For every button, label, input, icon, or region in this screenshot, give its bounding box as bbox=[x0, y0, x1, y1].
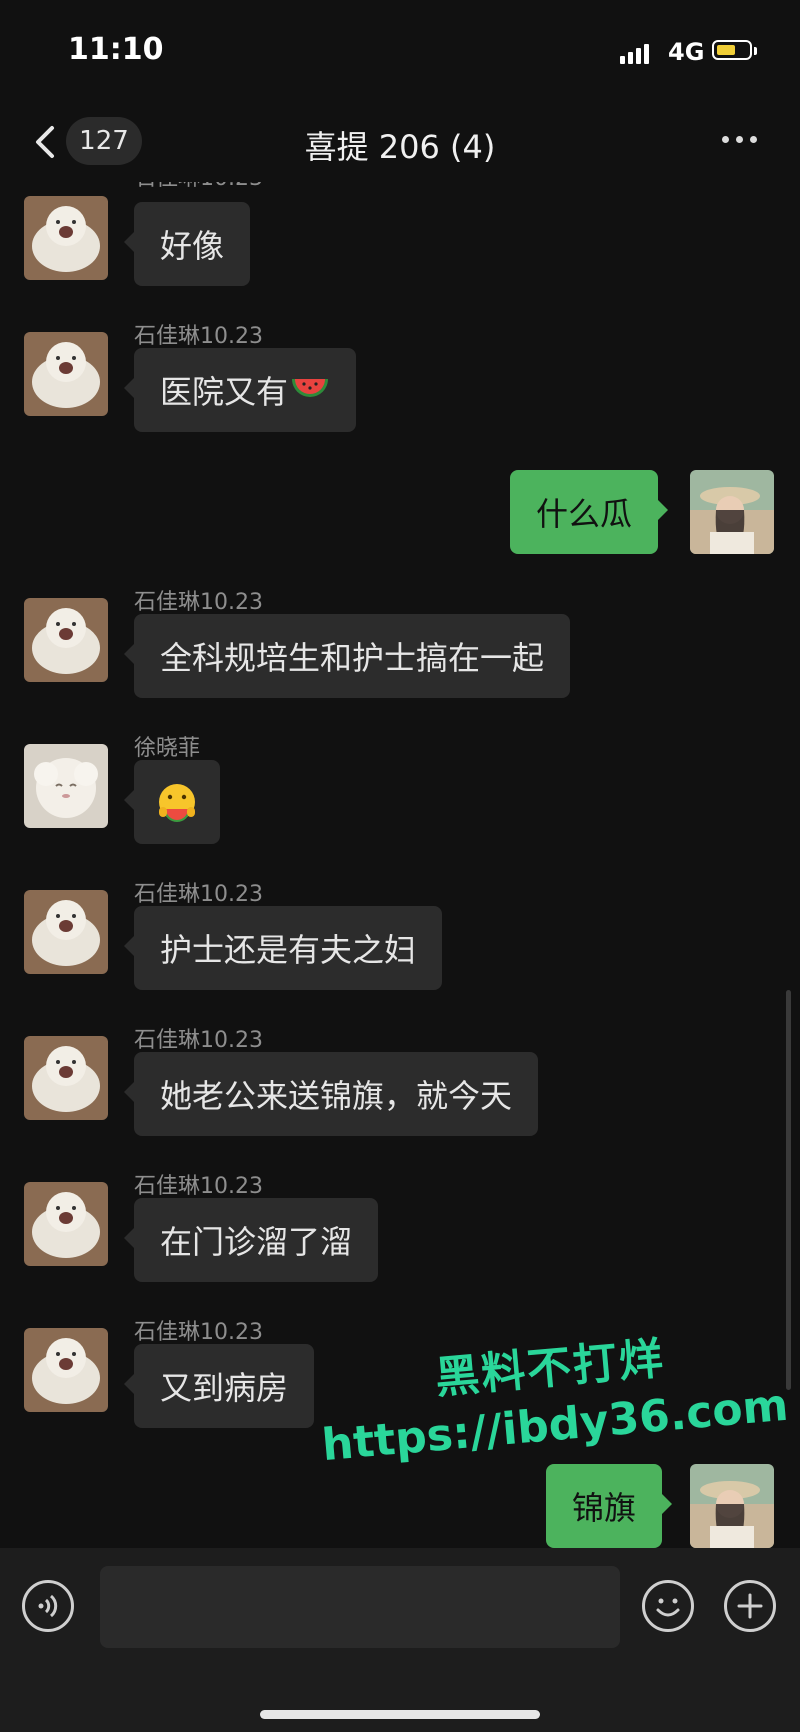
message-bubble[interactable]: 什么瓜 bbox=[510, 470, 669, 554]
watermelon-emoji-icon bbox=[292, 379, 329, 397]
battery-icon bbox=[712, 40, 757, 60]
status-time: 11:10 bbox=[68, 32, 164, 67]
cat-avatar[interactable] bbox=[24, 1182, 108, 1266]
plus-icon[interactable] bbox=[724, 1580, 776, 1632]
girl-photo-avatar[interactable] bbox=[690, 470, 774, 554]
message-bubble[interactable]: 全科规培生和护士搞在一起 bbox=[123, 614, 571, 698]
chat-title: 喜提 206 (4) bbox=[304, 128, 496, 166]
signal-icon bbox=[620, 42, 649, 64]
sender-name: 石佳琳10.23 bbox=[134, 324, 263, 349]
sender-name: 徐晓菲 bbox=[134, 736, 201, 761]
message-bubble[interactable]: 医院又有 bbox=[123, 348, 357, 432]
chat-header: 127 喜提 206 (4) bbox=[0, 100, 800, 182]
sender-name: 石佳琳10.23 bbox=[134, 882, 263, 907]
cat-avatar[interactable] bbox=[24, 1328, 108, 1412]
girl-photo-avatar[interactable] bbox=[690, 1464, 774, 1548]
message-text: 什么瓜 bbox=[536, 495, 633, 533]
network-type: 4G bbox=[668, 38, 705, 66]
message-bubble[interactable]: 又到病房 bbox=[123, 1344, 315, 1428]
scrollbar[interactable] bbox=[786, 990, 791, 1390]
more-options-icon[interactable] bbox=[722, 136, 757, 143]
message-text: 医院又有 bbox=[160, 373, 289, 411]
bottom-safe-area bbox=[0, 1658, 800, 1732]
cat-avatar[interactable] bbox=[24, 890, 108, 974]
sender-name: 石佳琳10.23 bbox=[134, 1028, 263, 1053]
message-text: 全科规培生和护士搞在一起 bbox=[160, 639, 545, 677]
cat-avatar[interactable] bbox=[24, 196, 108, 280]
voice-input-icon[interactable] bbox=[22, 1580, 74, 1632]
input-bar bbox=[0, 1548, 800, 1658]
message-text: 又到病房 bbox=[160, 1369, 289, 1407]
message-text: 在门诊溜了溜 bbox=[160, 1223, 353, 1261]
status-bar: 11:10 4G bbox=[0, 0, 800, 100]
home-indicator[interactable] bbox=[260, 1710, 540, 1719]
sender-name: 石佳琳10.23 bbox=[134, 182, 263, 192]
message-text: 她老公来送锦旗，就今天 bbox=[160, 1077, 513, 1115]
message-input[interactable] bbox=[100, 1566, 620, 1648]
message-bubble[interactable] bbox=[124, 760, 220, 844]
message-bubble[interactable]: 护士还是有夫之妇 bbox=[123, 906, 443, 990]
message-bubble[interactable]: 她老公来送锦旗，就今天 bbox=[123, 1052, 539, 1136]
cat-avatar[interactable] bbox=[24, 598, 108, 682]
message-text: 锦旗 bbox=[572, 1489, 637, 1527]
message-text: 护士还是有夫之妇 bbox=[160, 931, 417, 969]
sender-name: 石佳琳10.23 bbox=[134, 1174, 263, 1199]
emoji-icon[interactable] bbox=[642, 1580, 694, 1632]
eating-melon-emoji-icon bbox=[159, 784, 195, 822]
cat-avatar[interactable] bbox=[24, 332, 108, 416]
cat-avatar[interactable] bbox=[24, 1036, 108, 1120]
sender-name: 石佳琳10.23 bbox=[134, 1320, 263, 1345]
message-bubble[interactable]: 锦旗 bbox=[546, 1464, 673, 1548]
sheep-avatar[interactable] bbox=[24, 744, 108, 828]
message-bubble[interactable]: 好像 bbox=[123, 202, 251, 286]
sender-name: 石佳琳10.23 bbox=[134, 590, 263, 615]
message-text: 好像 bbox=[160, 227, 225, 265]
message-bubble[interactable]: 在门诊溜了溜 bbox=[123, 1198, 379, 1282]
